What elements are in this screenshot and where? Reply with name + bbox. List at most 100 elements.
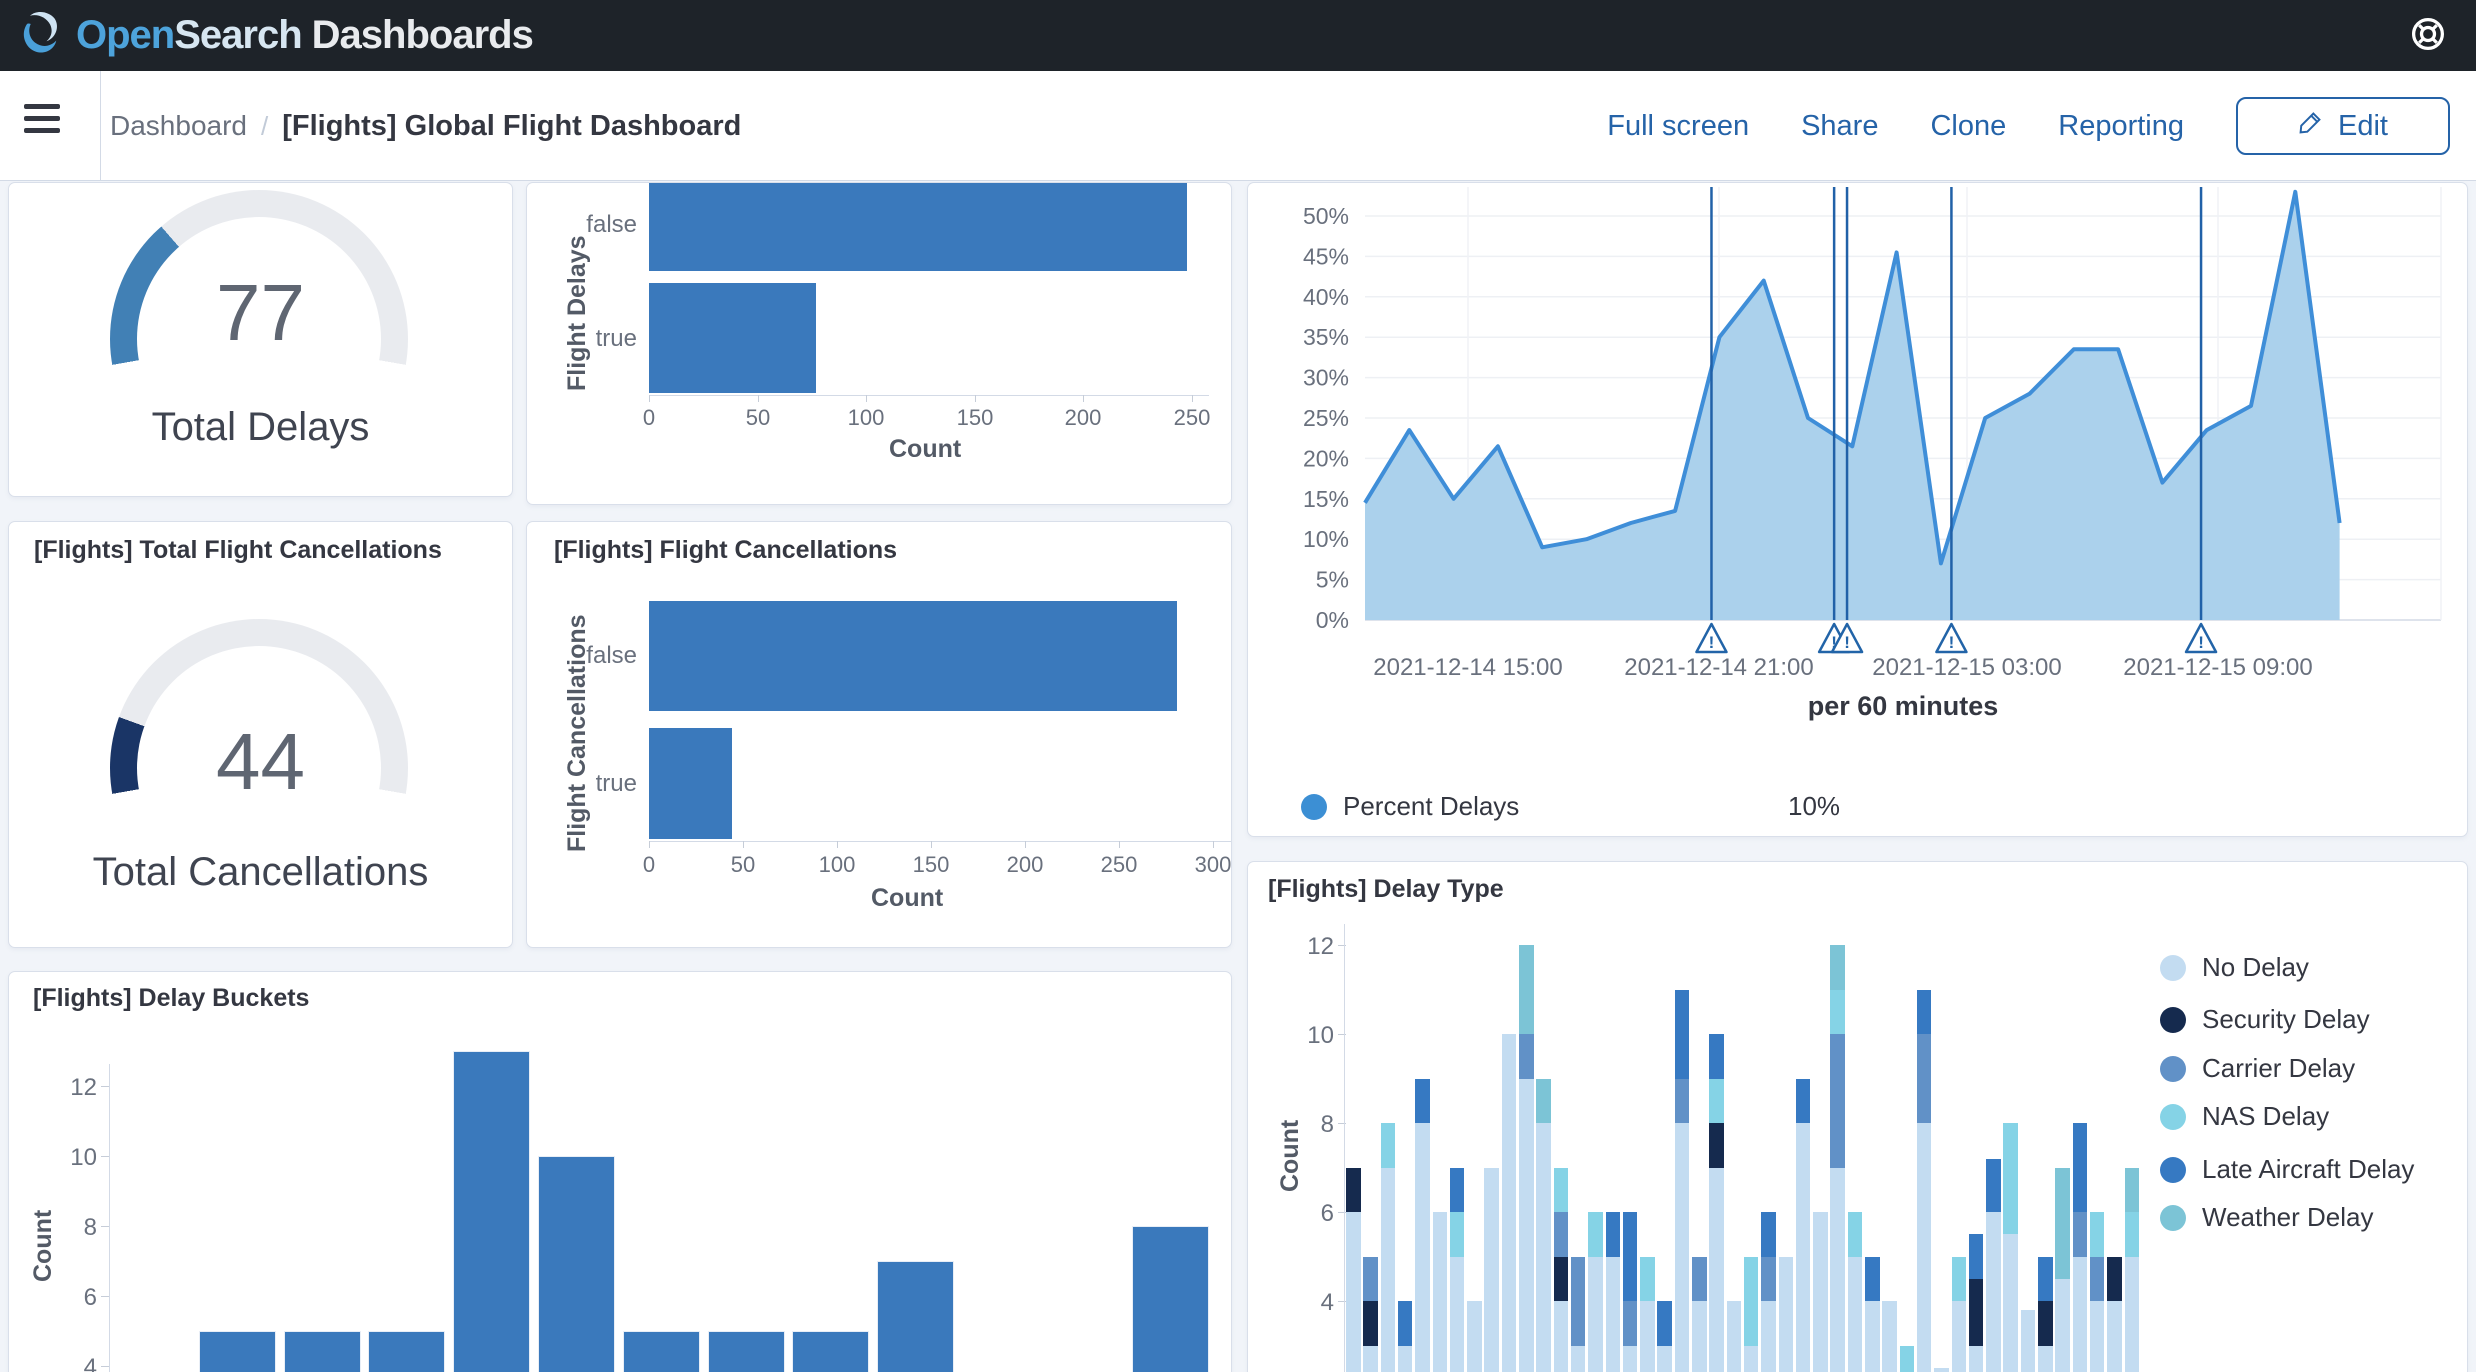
stack-segment-nd[interactable]: [1363, 1346, 1378, 1372]
stack-segment-nd[interactable]: [2021, 1310, 2036, 1372]
stack-segment-nd[interactable]: [1433, 1212, 1448, 1372]
bar-true[interactable]: [649, 283, 816, 393]
stack-segment-wx[interactable]: [1519, 945, 1534, 1034]
stack-segment-car[interactable]: [1830, 1034, 1845, 1168]
stack-segment-nd[interactable]: [1450, 1257, 1465, 1372]
stack-segment-car[interactable]: [2073, 1212, 2088, 1257]
stack-segment-car[interactable]: [1363, 1257, 1378, 1302]
stack-segment-car[interactable]: [1519, 1034, 1534, 1079]
bar-false[interactable]: [649, 183, 1187, 271]
stack-segment-nas[interactable]: [2003, 1123, 2018, 1234]
stack-segment-nd[interactable]: [2107, 1301, 2122, 1372]
stack-segment-nd[interactable]: [1813, 1212, 1828, 1372]
legend-item-nd[interactable]: No Delay: [2160, 952, 2309, 983]
stack-segment-nas[interactable]: [1709, 1079, 1724, 1124]
stack-segment-sec[interactable]: [2038, 1301, 2053, 1346]
stack-segment-nd[interactable]: [1882, 1301, 1897, 1372]
stack-segment-nd[interactable]: [1986, 1212, 2001, 1372]
histogram-bar[interactable]: [453, 1051, 530, 1372]
stack-segment-sec[interactable]: [1709, 1123, 1724, 1168]
stack-segment-late[interactable]: [1761, 1212, 1776, 1257]
breadcrumb-dashboard-link[interactable]: Dashboard: [110, 110, 247, 142]
stack-segment-nd[interactable]: [1346, 1212, 1361, 1372]
stack-segment-nd[interactable]: [1554, 1301, 1569, 1372]
stack-segment-nas[interactable]: [1900, 1346, 1915, 1372]
stack-segment-late[interactable]: [1709, 1034, 1724, 1079]
legend-item-threshold[interactable]: 10%: [1788, 791, 1840, 822]
histogram-bar[interactable]: [199, 1331, 276, 1372]
stack-segment-nas[interactable]: [1830, 990, 1845, 1035]
stack-segment-nd[interactable]: [1796, 1123, 1811, 1372]
histogram-bar[interactable]: [623, 1331, 700, 1372]
histogram-bar[interactable]: [368, 1331, 445, 1372]
stack-segment-nd[interactable]: [1640, 1301, 1655, 1372]
stack-segment-nd[interactable]: [1623, 1346, 1638, 1372]
stack-segment-wx[interactable]: [1830, 945, 1845, 990]
stack-segment-nas[interactable]: [1640, 1257, 1655, 1302]
stack-segment-nd[interactable]: [1519, 1079, 1534, 1372]
stack-segment-nd[interactable]: [2003, 1234, 2018, 1372]
legend-item-percent-delays[interactable]: Percent Delays: [1301, 791, 1519, 822]
stack-segment-car[interactable]: [1917, 1034, 1932, 1123]
stack-segment-nd[interactable]: [2125, 1257, 2140, 1372]
histogram-bar[interactable]: [1132, 1226, 1209, 1372]
stack-segment-car[interactable]: [1675, 1079, 1690, 1124]
stack-segment-wx[interactable]: [2055, 1168, 2070, 1279]
legend-item-car[interactable]: Carrier Delay: [2160, 1053, 2355, 1084]
stack-segment-nd[interactable]: [1830, 1168, 1845, 1372]
stack-segment-sec[interactable]: [1363, 1301, 1378, 1346]
stack-segment-nd[interactable]: [1484, 1168, 1499, 1372]
histogram-bar[interactable]: [708, 1331, 785, 1372]
stack-segment-late[interactable]: [1986, 1159, 2001, 1212]
stack-segment-nd[interactable]: [1415, 1123, 1430, 1372]
stack-segment-nd[interactable]: [1588, 1257, 1603, 1372]
stack-segment-nas[interactable]: [2090, 1212, 2105, 1257]
clone-button[interactable]: Clone: [1930, 110, 2006, 143]
share-button[interactable]: Share: [1801, 110, 1878, 143]
percent-delays-area-chart[interactable]: 0%5%10%15%20%25%30%35%40%45%50%2021-12-1…: [1248, 183, 2468, 837]
stack-segment-late[interactable]: [1657, 1301, 1672, 1346]
stack-segment-sec[interactable]: [1969, 1279, 1984, 1346]
reporting-button[interactable]: Reporting: [2058, 110, 2184, 143]
histogram-bar[interactable]: [284, 1331, 361, 1372]
stack-segment-nd[interactable]: [1606, 1257, 1621, 1372]
stack-segment-car[interactable]: [1761, 1257, 1776, 1302]
stack-segment-sec[interactable]: [2107, 1257, 2122, 1302]
stack-segment-nd[interactable]: [1779, 1257, 1794, 1372]
bar-true[interactable]: [649, 728, 732, 839]
legend-item-wx[interactable]: Weather Delay: [2160, 1202, 2374, 1233]
stack-segment-late[interactable]: [2073, 1123, 2088, 1212]
stack-segment-nd[interactable]: [1865, 1301, 1880, 1372]
stack-segment-car[interactable]: [1554, 1212, 1569, 1257]
menu-hamburger-icon[interactable]: [24, 104, 62, 138]
bar-false[interactable]: [649, 601, 1177, 711]
stack-segment-sec[interactable]: [1346, 1168, 1361, 1213]
stack-segment-nd[interactable]: [1761, 1301, 1776, 1372]
stack-segment-car[interactable]: [1623, 1301, 1638, 1346]
stack-segment-nd[interactable]: [1848, 1257, 1863, 1372]
stack-segment-late[interactable]: [1969, 1234, 1984, 1279]
stack-segment-nd[interactable]: [1709, 1168, 1724, 1372]
stack-segment-nd[interactable]: [1657, 1346, 1672, 1372]
edit-button[interactable]: Edit: [2236, 97, 2450, 155]
stack-segment-late[interactable]: [1415, 1079, 1430, 1124]
stack-segment-nas[interactable]: [1588, 1212, 1603, 1257]
stack-segment-car[interactable]: [1692, 1257, 1707, 1302]
stack-segment-wx[interactable]: [1536, 1079, 1551, 1124]
histogram-bar[interactable]: [792, 1331, 869, 1372]
stack-segment-nas[interactable]: [1381, 1123, 1396, 1168]
legend-item-late[interactable]: Late Aircraft Delay: [2160, 1154, 2414, 1185]
histogram-bar[interactable]: [877, 1261, 954, 1372]
stack-segment-late[interactable]: [1606, 1212, 1621, 1257]
opensearch-logo[interactable]: OpenSearchDashboards: [18, 9, 533, 62]
stack-segment-nd[interactable]: [2055, 1279, 2070, 1372]
stack-segment-nd[interactable]: [1727, 1301, 1742, 1372]
stack-segment-nd[interactable]: [1934, 1368, 1949, 1372]
histogram-bar[interactable]: [538, 1156, 615, 1372]
stack-segment-nas[interactable]: [1952, 1257, 1967, 1302]
stack-segment-nas[interactable]: [2125, 1212, 2140, 1257]
stack-segment-late[interactable]: [1917, 990, 1932, 1035]
stack-segment-nd[interactable]: [1744, 1346, 1759, 1372]
stack-segment-late[interactable]: [1450, 1168, 1465, 1213]
stack-segment-late[interactable]: [1796, 1079, 1811, 1124]
